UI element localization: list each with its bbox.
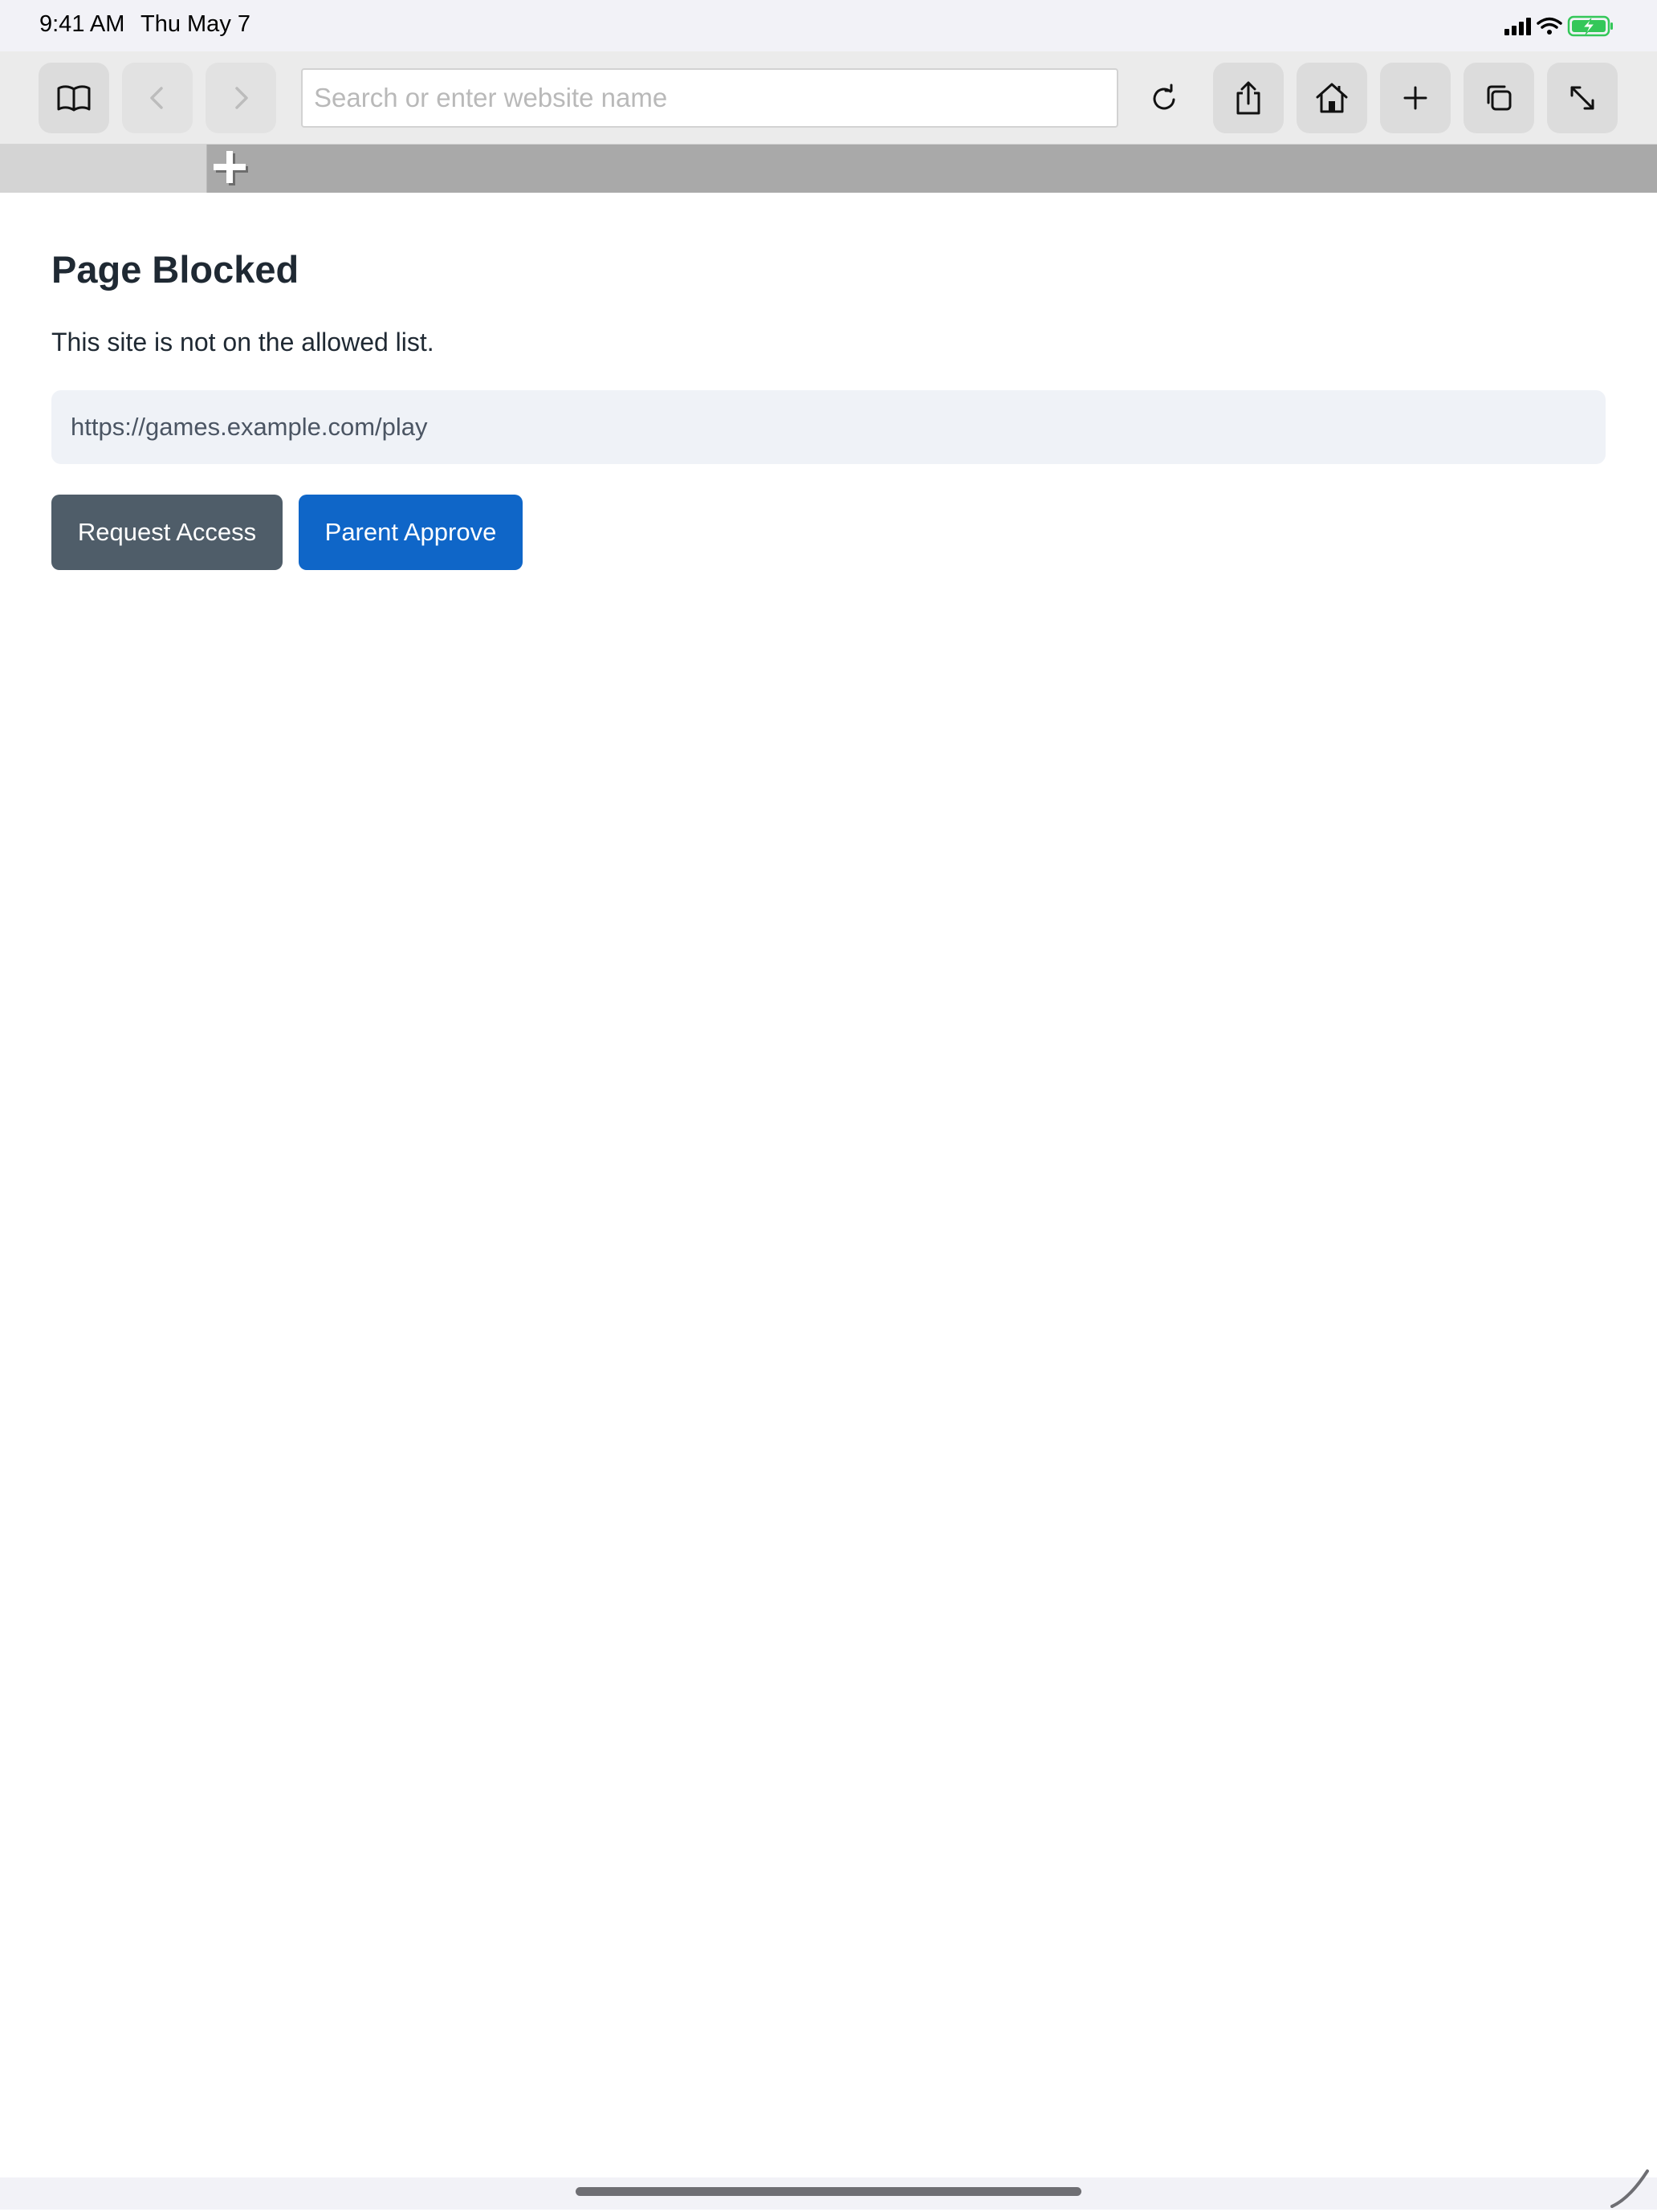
fullscreen-icon — [1570, 86, 1594, 110]
reload-button[interactable] — [1129, 63, 1199, 133]
bookmarks-icon — [57, 85, 91, 112]
request-access-button[interactable]: Request Access — [51, 495, 283, 570]
home-indicator[interactable] — [576, 2187, 1081, 2196]
new-tab-button[interactable] — [1380, 63, 1451, 133]
blocked-message: This site is not on the allowed list. — [51, 328, 434, 356]
status-icons — [1504, 14, 1617, 39]
forward-button[interactable] — [206, 63, 276, 133]
status-bar: 9:41 AM Thu May 7 — [0, 0, 1657, 51]
home-button[interactable] — [1297, 63, 1367, 133]
pencil-corner-gesture-icon — [1606, 2160, 1654, 2208]
status-date: Thu May 7 — [140, 11, 250, 37]
cellular-signal-icon — [1504, 18, 1531, 35]
tabs-icon — [1487, 85, 1512, 111]
tabs-overview-button[interactable] — [1464, 63, 1534, 133]
tab-strip — [0, 145, 1657, 193]
url-field[interactable] — [301, 68, 1118, 128]
wifi-icon — [1537, 17, 1562, 35]
plus-icon — [214, 151, 248, 185]
parent-approve-button[interactable]: Parent Approve — [299, 495, 523, 570]
back-button[interactable] — [122, 63, 193, 133]
browser-toolbar — [0, 51, 1657, 145]
share-icon — [1236, 81, 1260, 115]
bookmarks-button[interactable] — [39, 63, 109, 133]
new-tab-icon — [1403, 86, 1427, 110]
fullscreen-button[interactable] — [1547, 63, 1618, 133]
back-icon — [150, 87, 163, 109]
page-title: Page Blocked — [51, 248, 299, 291]
reload-icon — [1153, 84, 1175, 110]
tab-current[interactable] — [0, 145, 207, 193]
status-time: 9:41 AM — [39, 11, 125, 37]
home-icon — [1316, 83, 1348, 113]
blocked-url-box: https://games.example.com/play — [51, 390, 1606, 464]
tab-strip-add-button[interactable] — [210, 148, 252, 189]
share-button[interactable] — [1213, 63, 1284, 133]
battery-charging-icon — [1567, 15, 1613, 37]
forward-icon — [235, 87, 248, 109]
